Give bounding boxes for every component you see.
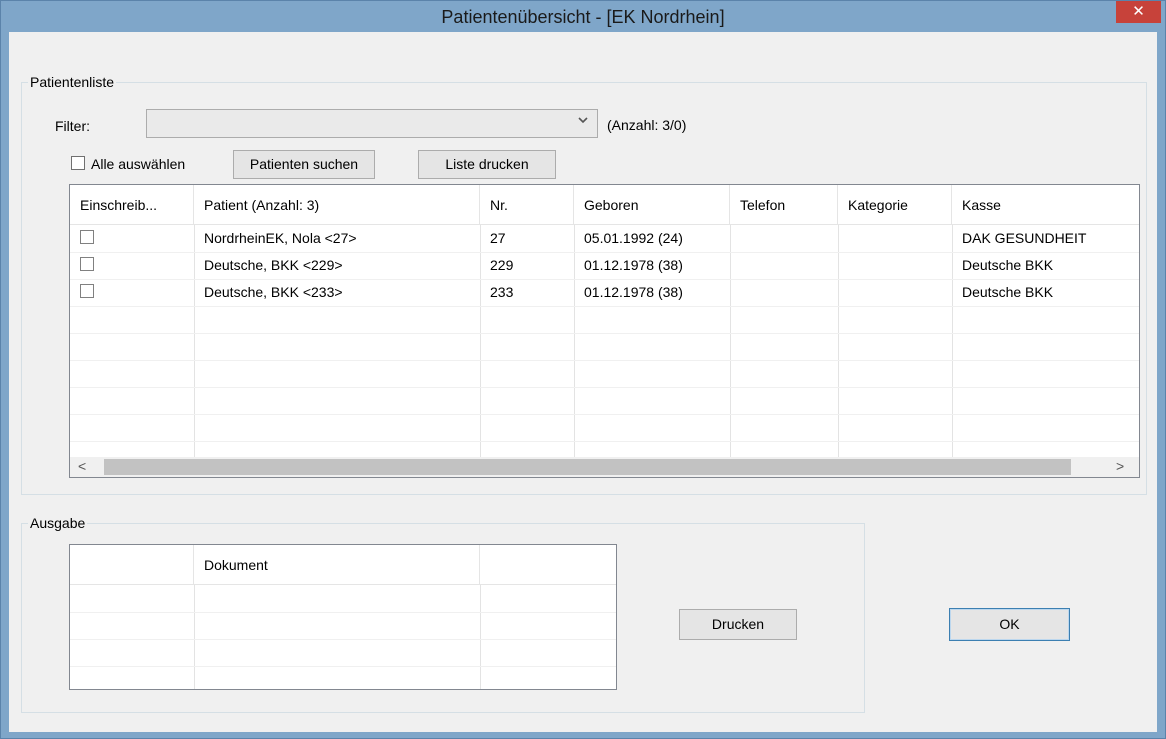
col-header-telefon[interactable]: Telefon [730, 185, 838, 225]
table-cell-nr[interactable]: 229 [480, 252, 574, 279]
table-cell-nr[interactable]: 27 [480, 225, 574, 252]
grid-line [70, 612, 616, 613]
grid-line [70, 414, 1139, 415]
table-cell-geboren[interactable]: 05.01.1992 (24) [574, 225, 730, 252]
col-header-extra[interactable] [480, 545, 616, 585]
close-icon: ✕ [1132, 3, 1145, 20]
table-cell-geboren[interactable]: 01.12.1978 (38) [574, 252, 730, 279]
patient-table[interactable]: Einschreib... Patient (Anzahl: 3) Nr. Ge… [69, 184, 1140, 478]
chevron-down-icon [577, 114, 589, 129]
select-all-checkbox[interactable] [71, 156, 85, 170]
col-header-dokument[interactable]: Dokument [194, 545, 480, 585]
table-cell-patient[interactable]: Deutsche, BKK <229> [194, 252, 480, 279]
table-cell-kasse[interactable]: DAK GESUNDHEIT [952, 225, 1139, 252]
col-header-blank[interactable] [70, 545, 194, 585]
grid-line [70, 666, 616, 667]
col-header-geboren[interactable]: Geboren [574, 185, 730, 225]
scroll-left-icon[interactable]: < [78, 458, 86, 474]
table-cell-kasse[interactable]: Deutsche BKK [952, 252, 1139, 279]
grid-line [480, 585, 481, 689]
row-checkbox[interactable] [80, 230, 94, 244]
ausgabe-legend: Ausgabe [28, 515, 88, 531]
grid-line [70, 639, 616, 640]
patientenliste-legend: Patientenliste [28, 74, 117, 90]
filter-dropdown[interactable] [146, 109, 598, 138]
dialog-client-area: Patientenliste Filter: (Anzahl: 3/0) All… [9, 32, 1157, 732]
table-cell-patient[interactable]: Deutsche, BKK <233> [194, 279, 480, 306]
grid-line [70, 333, 1139, 334]
col-header-kategorie[interactable]: Kategorie [838, 185, 952, 225]
row-checkbox[interactable] [80, 284, 94, 298]
grid-line [70, 360, 1139, 361]
print-button[interactable]: Drucken [679, 609, 797, 640]
col-header-kasse[interactable]: Kasse [952, 185, 1139, 225]
grid-line [70, 441, 1139, 442]
col-header-nr[interactable]: Nr. [480, 185, 574, 225]
count-label: (Anzahl: 3/0) [607, 117, 687, 133]
table-cell-patient[interactable]: NordrheinEK, Nola <27> [194, 225, 480, 252]
close-button[interactable]: ✕ [1116, 1, 1161, 23]
ok-button[interactable]: OK [949, 608, 1070, 641]
title-bar[interactable]: Patientenübersicht - [EK Nordrhein] ✕ [1, 1, 1165, 32]
scrollbar-thumb[interactable] [104, 459, 1071, 475]
dialog-window: Patientenübersicht - [EK Nordrhein] ✕ Pa… [0, 0, 1166, 739]
select-all-label[interactable]: Alle auswählen [91, 156, 185, 172]
table-cell-geboren[interactable]: 01.12.1978 (38) [574, 279, 730, 306]
col-header-einschreib[interactable]: Einschreib... [70, 185, 194, 225]
window-title: Patientenübersicht - [EK Nordrhein] [441, 7, 725, 27]
grid-line [70, 387, 1139, 388]
search-patients-button[interactable]: Patienten suchen [233, 150, 375, 179]
scroll-right-icon[interactable]: > [1116, 458, 1124, 474]
row-checkbox[interactable] [80, 257, 94, 271]
grid-line [838, 225, 839, 457]
print-list-button[interactable]: Liste drucken [418, 150, 556, 179]
grid-line [70, 306, 1139, 307]
table-cell-kasse[interactable]: Deutsche BKK [952, 279, 1139, 306]
grid-line [194, 585, 195, 689]
table-cell-nr[interactable]: 233 [480, 279, 574, 306]
document-table[interactable]: Dokument [69, 544, 617, 690]
filter-label: Filter: [55, 118, 90, 134]
horizontal-scrollbar[interactable]: < > [70, 457, 1139, 477]
col-header-patient[interactable]: Patient (Anzahl: 3) [194, 185, 480, 225]
grid-line [730, 225, 731, 457]
